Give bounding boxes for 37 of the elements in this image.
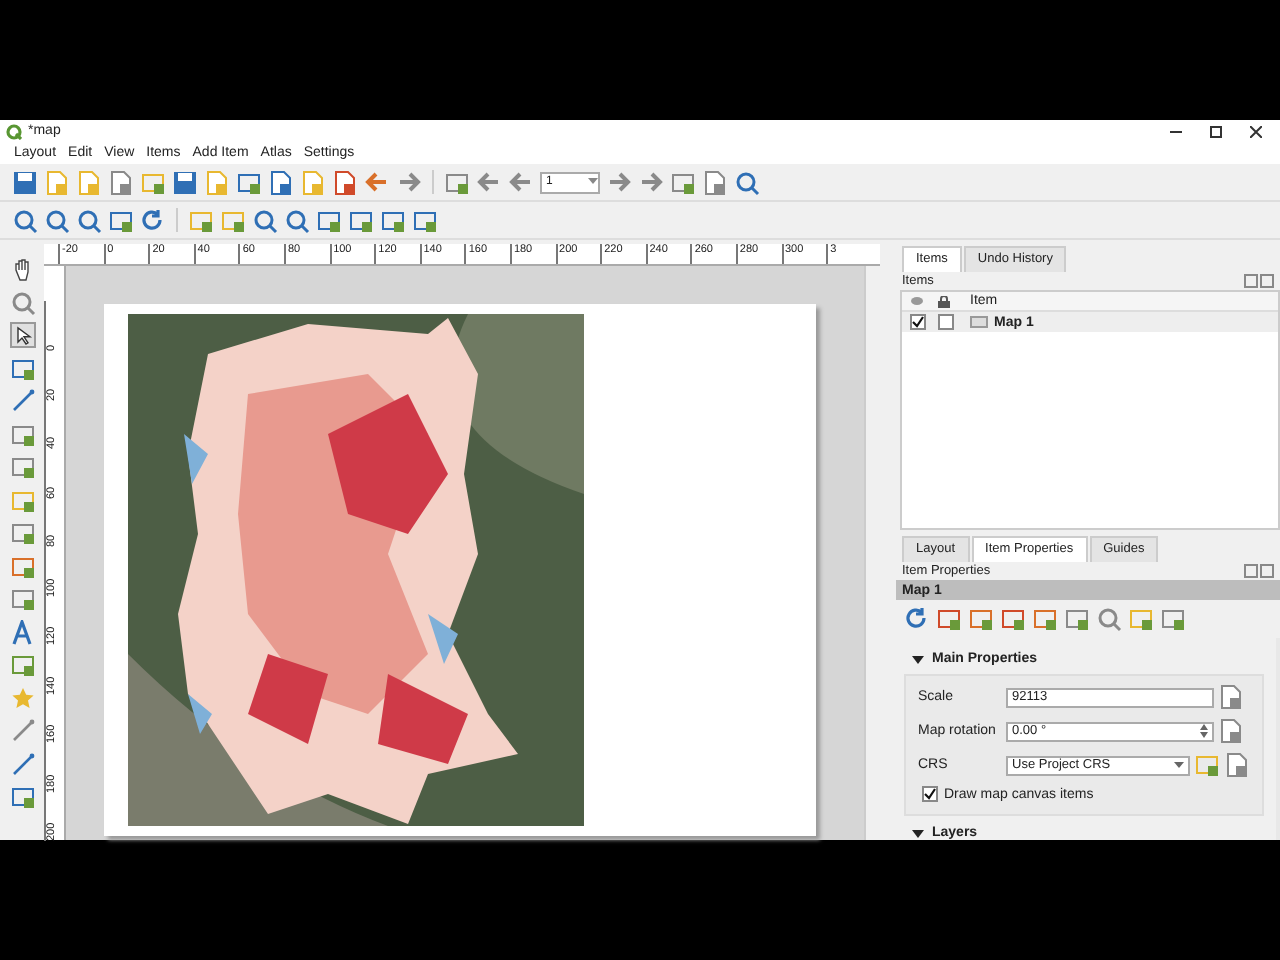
- save-icon[interactable]: [12, 169, 38, 195]
- undo-icon[interactable]: [364, 169, 390, 195]
- add-text-icon[interactable]: [9, 619, 35, 645]
- map-image[interactable]: [128, 314, 584, 826]
- lock-icon: [938, 295, 950, 307]
- save-template-icon[interactable]: [172, 169, 198, 195]
- add-arrow-icon[interactable]: [9, 718, 35, 744]
- maximize-icon[interactable]: [1210, 125, 1222, 137]
- minimize-icon[interactable]: [1170, 125, 1182, 137]
- spin-arrows-icon[interactable]: [1200, 724, 1208, 738]
- pan-icon[interactable]: [9, 256, 35, 282]
- app-logo-icon: [6, 123, 22, 139]
- redo-icon[interactable]: [396, 169, 422, 195]
- collapse-icon[interactable]: [912, 653, 924, 665]
- visibility-checkbox[interactable]: [910, 314, 926, 330]
- lock-checkbox[interactable]: [938, 314, 954, 330]
- zoom-in-icon[interactable]: [12, 207, 38, 233]
- eye-icon: [910, 296, 924, 306]
- previous-icon[interactable]: [508, 169, 534, 195]
- refresh-icon[interactable]: [140, 207, 166, 233]
- first-icon[interactable]: [476, 169, 502, 195]
- checkbox[interactable]: [922, 786, 938, 802]
- zoom-out-icon[interactable]: [44, 207, 70, 233]
- add-marker-icon[interactable]: [9, 685, 35, 711]
- data-defined-icon[interactable]: [1218, 718, 1244, 744]
- refresh-icon[interactable]: [904, 606, 930, 632]
- map-item-icon: [970, 316, 988, 328]
- dropdown-arrow-icon[interactable]: [1174, 761, 1184, 769]
- select-icon[interactable]: [9, 322, 35, 348]
- data-defined-icon[interactable]: [1218, 684, 1244, 710]
- dropdown-arrow-icon[interactable]: [588, 178, 598, 186]
- zoom-actual-icon[interactable]: [76, 207, 102, 233]
- next-icon[interactable]: [606, 169, 632, 195]
- edit-nodes-icon[interactable]: [9, 388, 35, 414]
- data-defined-icon[interactable]: [1224, 752, 1250, 778]
- last-icon[interactable]: [638, 169, 664, 195]
- add-polyline-icon[interactable]: [9, 751, 35, 777]
